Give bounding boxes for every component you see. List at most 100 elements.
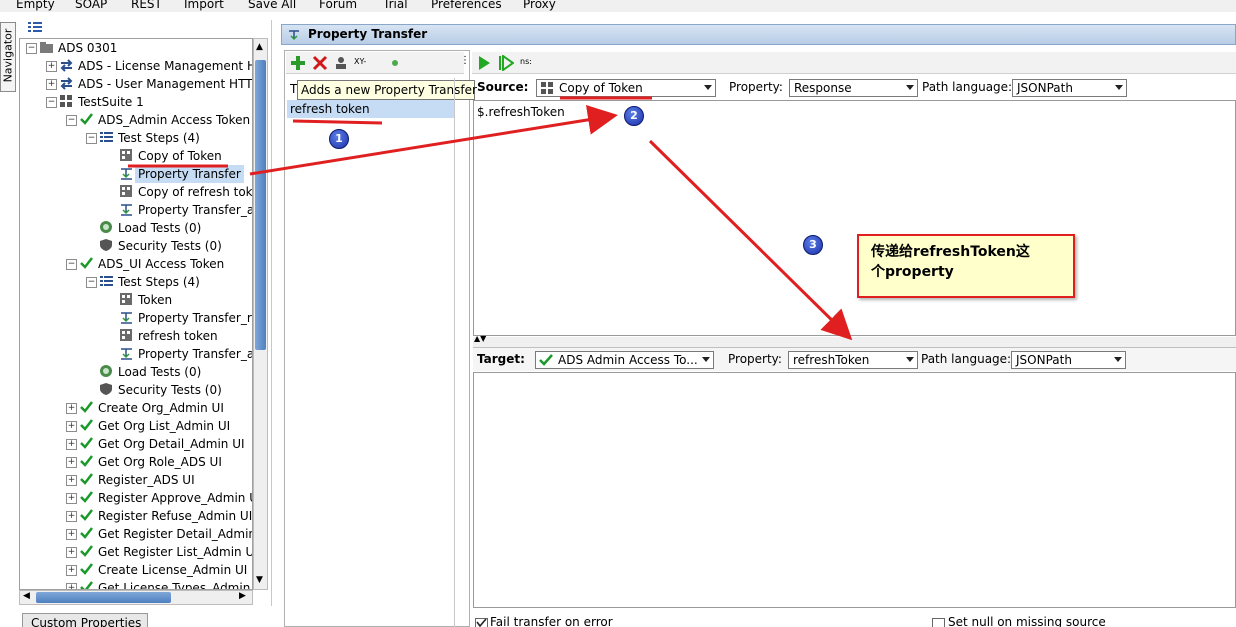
tree-row[interactable]: + Register_ADS UI [20,471,252,489]
menu-proxy[interactable]: Proxy [523,0,556,12]
tree-vertical-scroll-thumb[interactable] [255,60,266,350]
tree-row[interactable]: + Get Org Detail_Admin UI [20,435,252,453]
expand-toggle-icon[interactable]: + [66,511,77,522]
tree-row[interactable]: + Create License_Admin UI [20,561,252,579]
expand-toggle-icon[interactable]: + [46,79,57,90]
expand-toggle-icon[interactable]: + [66,439,77,450]
namespace-button[interactable]: ns: [520,57,532,66]
expand-toggle-icon[interactable]: + [66,583,77,589]
collapse-toggle-icon[interactable]: − [66,259,77,270]
tree-row[interactable]: Load Tests (0) [20,219,252,237]
expand-toggle-icon[interactable]: + [66,547,77,558]
more-options-icon[interactable]: ⋮ [460,55,470,66]
target-property-select[interactable]: refreshToken [788,351,918,369]
tree-toolbar[interactable] [26,20,46,36]
tree-row[interactable]: − TestSuite 1 [20,93,252,111]
expand-toggle-icon[interactable]: + [66,493,77,504]
xpath-tool-label[interactable]: XY- [354,57,366,66]
tree-row[interactable]: + Get Org Role_ADS UI [20,453,252,471]
tree-row[interactable]: + Get Register Detail_Admin [20,525,252,543]
scroll-down-arrow-icon[interactable]: ▼ [256,575,263,585]
collapse-toggle-icon[interactable]: − [86,133,97,144]
set-null-checkbox[interactable] [932,618,945,627]
tree-row[interactable]: + Get Org List_Admin UI [20,417,252,435]
rename-icon[interactable] [334,55,348,71]
collapse-toggle-icon[interactable]: − [26,43,37,54]
tree-row[interactable]: Property Transfer_a [20,345,252,363]
tree-row[interactable]: + Get License Types_Admin UI [20,579,252,589]
scroll-up-arrow-icon[interactable]: ▲ [256,42,263,52]
source-label: Source: [477,80,529,94]
run-step-icon[interactable] [498,55,514,71]
expand-toggle-icon[interactable]: + [66,475,77,486]
check-icon [80,563,93,575]
target-path-language-select[interactable]: JSONPath [1011,351,1126,369]
tree-row[interactable]: + ADS - User Management HTT [20,75,252,93]
expand-toggle-icon[interactable]: + [66,403,77,414]
target-step-select[interactable]: ADS Admin Access To... [535,351,714,369]
menu-preferences[interactable]: Preferences [431,0,502,12]
tree-row[interactable]: − Test Steps (4) [20,273,252,291]
menu-import[interactable]: Import [184,0,224,12]
status-dot-icon [392,60,398,66]
navigator-tab[interactable]: Navigator [0,22,16,92]
tree-row[interactable]: Property Transfer_r [20,309,252,327]
check-icon [80,455,93,467]
expand-toggle-icon[interactable]: + [66,529,77,540]
scroll-right-arrow-icon[interactable]: ▶ [239,591,246,601]
collapse-toggle-icon[interactable]: − [86,277,97,288]
tree-row[interactable]: − ADS_UI Access Token [20,255,252,273]
tree-row[interactable]: + Register Approve_Admin U [20,489,252,507]
collapse-toggle-icon[interactable]: − [46,97,57,108]
tree-row-label: Register Refuse_Admin UI [98,509,253,523]
expand-toggle-icon[interactable]: + [66,421,77,432]
project-tree[interactable]: − ADS 0301 + ADS - License Management H + ADS… [19,38,253,590]
scroll-left-arrow-icon[interactable]: ◀ [23,591,30,601]
add-icon[interactable] [290,55,306,71]
menu-forum[interactable]: Forum [319,0,357,12]
list-view-icon[interactable] [26,20,44,34]
tree-row[interactable]: + Register Refuse_Admin UI [20,507,253,525]
run-icon[interactable] [476,55,492,71]
menu-save-all[interactable]: Save All [248,0,296,12]
tree-horizontal-scroll-thumb[interactable] [36,592,171,603]
tree-row[interactable]: Property Transfer_a [20,201,252,219]
tree-row[interactable]: − ADS 0301 [20,39,252,57]
check-icon [80,545,93,557]
tree-row[interactable]: + ADS - License Management H [20,57,252,75]
target-expression-editor[interactable] [473,372,1236,608]
tree-row[interactable]: Copy of Token [20,147,252,165]
tree-row[interactable]: + Get Register List_Admin UI [20,543,252,561]
tree-row[interactable]: Token [20,291,252,309]
tree-row[interactable]: Load Tests (0) [20,363,252,381]
delete-icon[interactable] [312,55,328,71]
tree-row[interactable]: Property Transfer [20,165,252,183]
menu-empty[interactable]: Empty [16,0,55,12]
tree-row[interactable]: + Create Org_Admin UI [20,399,252,417]
source-expression-text: $.refreshToken [477,105,565,119]
custom-properties-tab[interactable]: Custom Properties [22,613,148,627]
source-step-select[interactable]: Copy of Token [536,79,716,97]
tree-row-label: ADS_Admin Access Token [98,113,251,127]
transfer-options: Fail transfer on error Set null on missi… [473,612,1236,627]
tree-row[interactable]: Copy of refresh tok [20,183,252,201]
expand-toggle-icon[interactable]: + [66,457,77,468]
tree-row[interactable]: Security Tests (0) [20,381,252,399]
expand-toggle-icon[interactable]: + [46,61,57,72]
menu-soap[interactable]: SOAP [75,0,107,12]
source-path-language-select[interactable]: JSONPath [1012,79,1127,97]
tree-row[interactable]: − ADS_Admin Access Token [20,111,252,129]
expand-toggle-icon[interactable]: + [66,565,77,576]
source-expression-editor[interactable]: $.refreshToken [473,100,1236,336]
tree-row[interactable]: refresh token [20,327,252,345]
source-property-select[interactable]: Response [789,79,918,97]
collapse-arrows-icon[interactable]: ▲▼ [474,334,486,343]
transfer-item-refresh-token[interactable]: refresh token [287,100,454,118]
rest-service-icon [60,77,73,90]
tree-row[interactable]: Security Tests (0) [20,237,252,255]
tree-row[interactable]: − Test Steps (4) [20,129,252,147]
menu-rest[interactable]: REST [131,0,162,12]
source-target-splitter[interactable]: ▲▼ [473,334,1236,347]
collapse-toggle-icon[interactable]: − [66,115,77,126]
menu-trial[interactable]: Trial [383,0,408,12]
